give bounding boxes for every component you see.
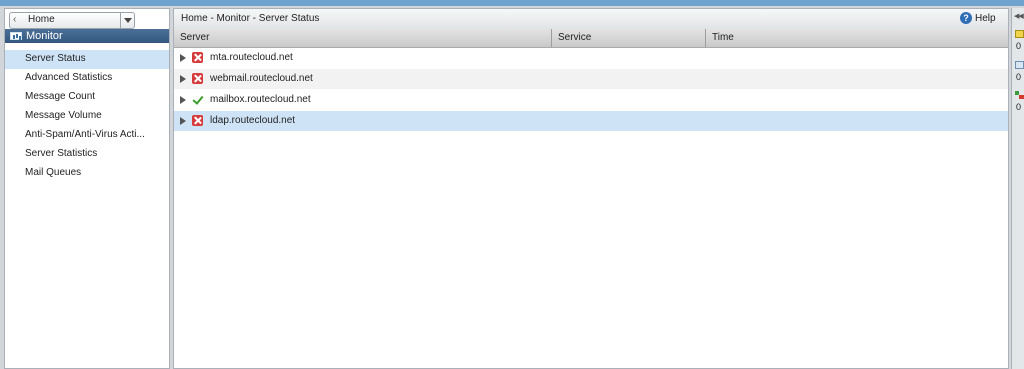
ok-check-icon	[192, 94, 203, 105]
server-name: mta.routecloud.net	[210, 52, 293, 63]
table-row[interactable]: ldap.routecloud.net	[174, 111, 1008, 132]
monitor-section-title: Monitor	[26, 30, 63, 42]
sidebar-item-mail-queues[interactable]: Mail Queues	[5, 164, 169, 183]
back-chevron-icon[interactable]: ‹	[13, 14, 16, 25]
count-label: 0	[1016, 41, 1022, 51]
help-icon: ?	[960, 12, 972, 24]
error-status-icon	[192, 115, 203, 126]
sidebar-item-server-status[interactable]: Server Status	[5, 50, 169, 69]
main-panel: Home - Monitor - Server Status ? Help Se…	[173, 8, 1009, 369]
server-name: webmail.routecloud.net	[210, 73, 313, 84]
nav-list: Server Status Advanced Statistics Messag…	[5, 50, 169, 183]
sidebar-item-server-statistics[interactable]: Server Statistics	[5, 145, 169, 164]
sidebar-item-message-volume[interactable]: Message Volume	[5, 107, 169, 126]
error-status-icon	[192, 52, 203, 63]
expand-arrow-icon[interactable]	[180, 96, 186, 104]
sidebar-item-message-count[interactable]: Message Count	[5, 88, 169, 107]
left-navigation-panel: ‹ Home Monitor Server Status Advanced St…	[4, 8, 170, 369]
collapse-left-icon[interactable]: ◀◀	[1014, 12, 1024, 20]
server-name: ldap.routecloud.net	[210, 115, 296, 126]
column-header-server[interactable]: Server	[174, 29, 551, 47]
expand-arrow-icon[interactable]	[180, 54, 186, 62]
table-row[interactable]: webmail.routecloud.net	[174, 69, 1008, 90]
sidebar-item-advanced-statistics[interactable]: Advanced Statistics	[5, 69, 169, 88]
server-list: mta.routecloud.net webmail.routecloud.ne…	[174, 48, 1008, 132]
flag-icon[interactable]	[1015, 91, 1024, 99]
table-row[interactable]: mailbox.routecloud.net	[174, 90, 1008, 111]
edit-icon[interactable]	[1015, 30, 1024, 38]
document-icon[interactable]	[1015, 61, 1024, 69]
home-combo-label: Home	[28, 14, 55, 25]
monitor-section-header[interactable]: Monitor	[5, 29, 169, 43]
help-label: Help	[975, 13, 996, 24]
column-header-service[interactable]: Service	[551, 29, 705, 47]
sidebar-item-anti-spam[interactable]: Anti-Spam/Anti-Virus Acti...	[5, 126, 169, 145]
right-side-panel: ◀◀ 0 0 0	[1011, 8, 1024, 369]
grid-header: Server Service Time	[174, 29, 1008, 48]
title-bar: Home - Monitor - Server Status ? Help	[174, 9, 1008, 30]
column-header-time[interactable]: Time	[705, 29, 1008, 47]
error-status-icon	[192, 73, 203, 84]
count-label: 0	[1016, 102, 1022, 112]
count-label: 0	[1016, 72, 1022, 82]
table-row[interactable]: mta.routecloud.net	[174, 48, 1008, 69]
home-combo[interactable]: ‹ Home	[9, 12, 135, 29]
expand-arrow-icon[interactable]	[180, 75, 186, 83]
monitor-chart-icon	[10, 32, 22, 40]
expand-arrow-icon[interactable]	[180, 117, 186, 125]
chevron-down-icon[interactable]	[120, 13, 134, 28]
breadcrumb: Home - Monitor - Server Status	[181, 13, 320, 24]
server-name: mailbox.routecloud.net	[210, 94, 311, 105]
